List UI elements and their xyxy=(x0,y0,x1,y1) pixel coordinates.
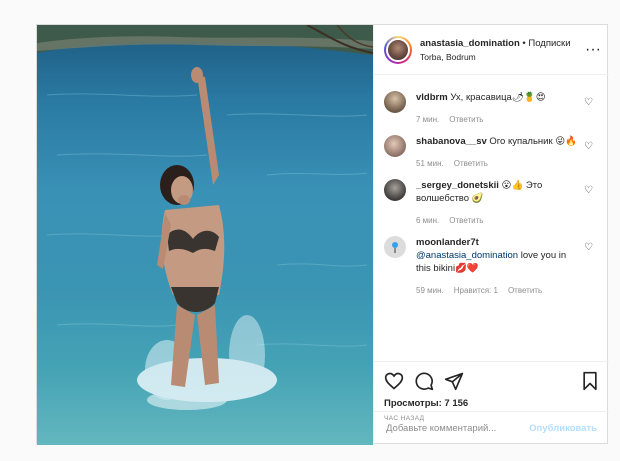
comment-reply-button[interactable]: Ответить xyxy=(508,286,542,295)
comment-body: _sergey_donetskii 😮👍 Это волшебство 🥑 6 … xyxy=(416,179,578,227)
comment-item: vldbrm Ух, красавица🌶🍍😍 7 мин. Ответить ♡ xyxy=(384,91,599,126)
pin-icon xyxy=(392,242,398,253)
video-scene xyxy=(37,25,373,410)
comment-item: moonlander7t @anastasia_domination love … xyxy=(384,236,599,297)
header-separator: • xyxy=(522,37,526,49)
comment-like-heart-icon[interactable]: ♡ xyxy=(584,141,593,152)
comment-username[interactable]: shabanova__sv xyxy=(416,136,487,147)
bookmark-icon[interactable] xyxy=(581,371,599,391)
author-avatar-image xyxy=(386,37,410,62)
comment-time[interactable]: 59 мин. xyxy=(416,286,444,295)
comment-time[interactable]: 7 мин. xyxy=(416,115,439,124)
comment-like-heart-icon[interactable]: ♡ xyxy=(584,242,593,253)
comment-body: moonlander7t @anastasia_domination love … xyxy=(416,236,578,297)
author-avatar[interactable] xyxy=(384,35,412,64)
comment-item: _sergey_donetskii 😮👍 Это волшебство 🥑 6 … xyxy=(384,179,599,227)
post-header: anastasia_domination • Подписки Torba, B… xyxy=(374,25,609,75)
comment-meta: 59 мин. Нравится: 1 Ответить xyxy=(416,284,578,297)
share-icon[interactable] xyxy=(444,371,464,391)
more-options-icon[interactable]: ··· xyxy=(585,41,601,57)
comment-like-heart-icon[interactable]: ♡ xyxy=(584,97,593,108)
commenter-avatar[interactable] xyxy=(384,236,406,258)
post-card: anastasia_domination • Подписки Torba, B… xyxy=(36,24,609,445)
comment-mention-link[interactable]: @anastasia_domination xyxy=(416,250,518,261)
comment-text: Ух, красавица🌶🍍😍 xyxy=(450,92,546,103)
commenter-avatar[interactable] xyxy=(384,91,406,113)
comment-body: vldbrm Ух, красавица🌶🍍😍 7 мин. Ответить xyxy=(416,91,578,126)
action-icons xyxy=(384,370,599,392)
follow-status-button[interactable]: Подписки xyxy=(528,38,570,49)
comment-item: shabanova__sv Ого купальник 😜🔥 51 мин. От… xyxy=(384,135,599,170)
comment-username[interactable]: vldbrm xyxy=(416,92,448,103)
comment-username[interactable]: _sergey_donetskii xyxy=(416,180,499,191)
comment-reply-button[interactable]: Ответить xyxy=(454,159,488,168)
publish-button[interactable]: Опубликовать xyxy=(529,423,597,434)
post-location[interactable]: Torba, Bodrum xyxy=(420,52,585,62)
comment-meta: 51 мин. Ответить xyxy=(416,157,578,170)
comment-time[interactable]: 6 мин. xyxy=(416,216,439,225)
header-text: anastasia_domination • Подписки Torba, B… xyxy=(420,38,585,62)
post-video[interactable] xyxy=(37,25,373,445)
comment-meta: 7 мин. Ответить xyxy=(416,113,578,126)
heart-icon[interactable] xyxy=(384,371,404,391)
comment-like-heart-icon[interactable]: ♡ xyxy=(584,185,593,196)
comment-reply-button[interactable]: Ответить xyxy=(449,216,483,225)
add-comment-bar: Опубликовать xyxy=(374,411,609,445)
header-line: anastasia_domination • Подписки xyxy=(420,38,585,49)
commenter-avatar[interactable] xyxy=(384,179,406,201)
comment-meta: 6 мин. Ответить xyxy=(416,214,578,227)
comment-likes-count[interactable]: Нравится: 1 xyxy=(454,286,498,295)
post-sidebar: anastasia_domination • Подписки Torba, B… xyxy=(373,25,609,445)
comment-text: Ого купальник 😜🔥 xyxy=(489,136,577,147)
commenter-avatar[interactable] xyxy=(384,135,406,157)
comment-reply-button[interactable]: Ответить xyxy=(449,115,483,124)
comment-icon[interactable] xyxy=(414,371,434,391)
views-count[interactable]: Просмотры: 7 156 xyxy=(384,398,599,409)
author-username[interactable]: anastasia_domination xyxy=(420,38,520,49)
comments-list[interactable]: vldbrm Ух, красавица🌶🍍😍 7 мин. Ответить ♡… xyxy=(374,76,609,361)
comment-time[interactable]: 51 мин. xyxy=(416,159,444,168)
add-comment-input[interactable] xyxy=(386,423,530,434)
comment-username[interactable]: moonlander7t xyxy=(416,237,479,248)
comment-body: shabanova__sv Ого купальник 😜🔥 51 мин. От… xyxy=(416,135,578,170)
